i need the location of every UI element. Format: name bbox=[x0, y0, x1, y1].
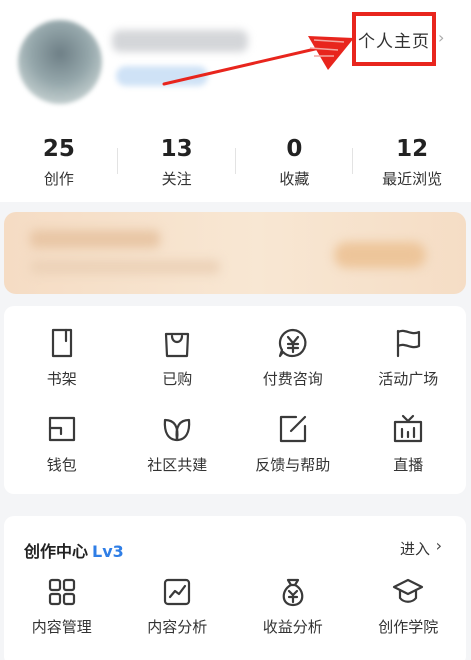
banner-button-blurred bbox=[334, 242, 426, 268]
tool-purchased[interactable]: 已购 bbox=[120, 306, 236, 392]
paid-consult-icon bbox=[278, 328, 307, 358]
creator-revenue-analysis[interactable]: 收益分析 bbox=[235, 576, 351, 637]
tool-activity-plaza[interactable]: 活动广场 bbox=[351, 306, 467, 392]
tool-label: 反馈与帮助 bbox=[255, 456, 331, 474]
stat-favorites[interactable]: 0 收藏 bbox=[236, 120, 354, 202]
creator-center-card: 创作中心 Lv3 进入 › 内容管理 内容分析 收益分析 创作学院 bbox=[4, 516, 466, 660]
stats-bar: 25 创作 13 关注 0 收藏 12 最近浏览 bbox=[0, 120, 471, 202]
creator-center-title: 创作中心 Lv3 bbox=[24, 538, 124, 562]
creator-title-text: 创作中心 bbox=[24, 542, 89, 561]
profile-header: 个人主页 › bbox=[0, 0, 471, 120]
wallet-icon bbox=[48, 416, 75, 442]
tool-bookshelf[interactable]: 书架 bbox=[4, 306, 120, 392]
annotation-arrow-icon bbox=[162, 36, 354, 86]
stat-value: 13 bbox=[160, 135, 193, 162]
tool-wallet[interactable]: 钱包 bbox=[4, 392, 120, 478]
flag-icon bbox=[397, 329, 421, 358]
creator-item-label: 内容管理 bbox=[31, 618, 92, 636]
creator-item-label: 创作学院 bbox=[378, 618, 439, 636]
bookshelf-icon bbox=[51, 328, 72, 358]
graduation-cap-icon bbox=[393, 578, 424, 603]
promo-banner[interactable] bbox=[4, 212, 466, 294]
grid-icon bbox=[48, 578, 75, 606]
money-bag-icon bbox=[282, 578, 304, 607]
tool-paid-consult[interactable]: 付费咨询 bbox=[235, 306, 351, 392]
chevron-right-icon[interactable]: › bbox=[436, 536, 442, 555]
tv-icon bbox=[394, 414, 423, 443]
stat-value: 25 bbox=[42, 135, 75, 162]
stat-value: 12 bbox=[396, 135, 429, 162]
creator-item-label: 收益分析 bbox=[262, 618, 323, 636]
creator-content-analysis[interactable]: 内容分析 bbox=[120, 576, 236, 637]
profile-link-label: 个人主页 bbox=[358, 31, 430, 52]
creator-enter-link[interactable]: 进入 bbox=[400, 538, 430, 559]
tool-label: 活动广场 bbox=[378, 370, 439, 388]
tool-label: 书架 bbox=[46, 370, 77, 388]
tool-community[interactable]: 社区共建 bbox=[120, 392, 236, 478]
banner-subtitle-blurred bbox=[30, 260, 220, 274]
tool-label: 钱包 bbox=[46, 456, 77, 474]
tool-feedback[interactable]: 反馈与帮助 bbox=[235, 392, 351, 478]
tool-label: 付费咨询 bbox=[262, 370, 323, 388]
leaf-icon bbox=[164, 418, 191, 442]
tool-label: 已购 bbox=[162, 370, 193, 388]
stat-label: 收藏 bbox=[279, 169, 310, 188]
chart-icon bbox=[164, 578, 191, 606]
tool-label: 社区共建 bbox=[147, 456, 208, 474]
creator-content-manage[interactable]: 内容管理 bbox=[4, 576, 120, 637]
shopping-bag-icon bbox=[165, 332, 190, 358]
stat-value: 0 bbox=[286, 135, 303, 162]
tool-label: 直播 bbox=[393, 456, 424, 474]
creator-level-badge: Lv3 bbox=[92, 542, 124, 561]
stat-label: 创作 bbox=[43, 169, 74, 188]
chevron-right-icon: › bbox=[438, 28, 445, 47]
banner-title-blurred bbox=[30, 230, 160, 248]
profile-page-link[interactable]: 个人主页 bbox=[352, 12, 436, 66]
stat-recent[interactable]: 12 最近浏览 bbox=[353, 120, 471, 202]
stat-following[interactable]: 13 关注 bbox=[118, 120, 236, 202]
stat-label: 关注 bbox=[161, 169, 192, 188]
tool-live[interactable]: 直播 bbox=[351, 392, 467, 478]
creator-academy[interactable]: 创作学院 bbox=[351, 576, 467, 637]
stat-creations[interactable]: 25 创作 bbox=[0, 120, 118, 202]
tools-card: 书架 已购 付费咨询 活动广场 钱包 社区共建 反馈与帮助 直播 bbox=[4, 306, 466, 494]
edit-icon bbox=[279, 415, 306, 443]
avatar[interactable] bbox=[18, 20, 102, 104]
creator-item-label: 内容分析 bbox=[147, 618, 208, 636]
stat-label: 最近浏览 bbox=[382, 169, 443, 188]
